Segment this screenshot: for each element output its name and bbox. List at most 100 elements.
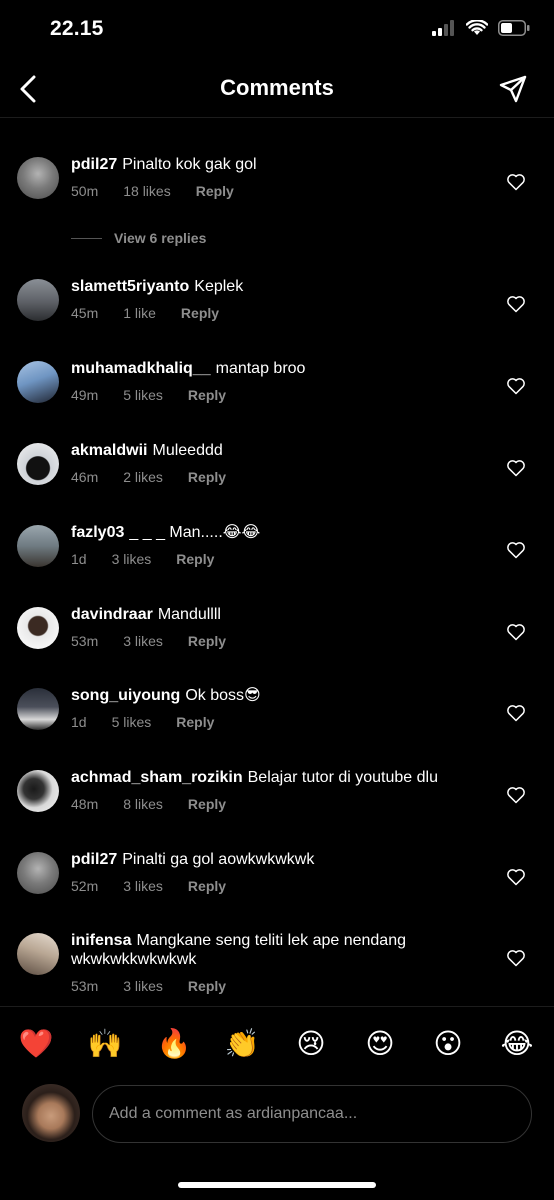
comment-username[interactable]: pdil27	[71, 156, 117, 173]
avatar[interactable]	[17, 933, 59, 975]
comment-time: 1d	[71, 551, 87, 567]
emoji-raised-hands-button[interactable]: 🙌	[85, 1024, 125, 1064]
reply-button[interactable]: Reply	[176, 714, 214, 730]
comment-time: 48m	[71, 796, 99, 812]
comment-likes[interactable]: 8 likes	[123, 796, 163, 812]
comment-username[interactable]: pdil27	[71, 851, 117, 868]
comment-body: pdil27 Pinalti ga gol aowkwkwkwk 52m 3 li…	[71, 850, 494, 894]
reply-button[interactable]: Reply	[181, 305, 219, 321]
emoji-fire-button[interactable]: 🔥	[154, 1024, 194, 1064]
reply-button[interactable]: Reply	[176, 551, 214, 567]
reply-button[interactable]: Reply	[188, 633, 226, 649]
comment-message: Pinalti ga gol aowkwkwkwk	[122, 851, 315, 868]
comment-meta: 48m 8 likes Reply	[71, 796, 494, 812]
comment-text: achmad_sham_rozikin Belajar tutor di yout…	[71, 768, 494, 787]
comment-body: akmaldwii Muleeddd 46m 2 likes Reply	[71, 441, 494, 485]
emoji-reaction-bar: ❤️ 🙌 🔥 👏 😢 😍 😮 😂	[0, 1024, 554, 1064]
comment-message: mantap broo	[215, 360, 306, 377]
emoji-crying-button[interactable]: 😢	[291, 1024, 331, 1064]
comment-likes[interactable]: 2 likes	[123, 469, 163, 485]
comment-time: 1d	[71, 714, 87, 730]
comment-input[interactable]	[92, 1085, 532, 1143]
avatar[interactable]	[17, 443, 59, 485]
avatar[interactable]	[17, 157, 59, 199]
comment-text: muhamadkhaliq__ mantap broo	[71, 359, 494, 378]
comment-time: 46m	[71, 469, 99, 485]
page-title: Comments	[220, 75, 334, 100]
heart-icon[interactable]	[506, 948, 526, 968]
comment-text: pdil27 Pinalto kok gak gol	[71, 155, 494, 174]
heart-icon[interactable]	[506, 622, 526, 642]
reply-button[interactable]: Reply	[188, 978, 226, 994]
avatar[interactable]	[17, 361, 59, 403]
avatar[interactable]	[17, 770, 59, 812]
comment-username[interactable]: muhamadkhaliq__	[71, 360, 211, 377]
comment-likes[interactable]: 3 likes	[112, 551, 152, 567]
comment-body: inifensa Mangkane seng teliti lek ape nen…	[71, 931, 494, 994]
comment-likes[interactable]: 3 likes	[123, 878, 163, 894]
emoji-clap-button[interactable]: 👏	[222, 1024, 262, 1064]
avatar[interactable]	[17, 279, 59, 321]
comment-username[interactable]: fazly03	[71, 524, 124, 541]
emoji-heart-button[interactable]: ❤️	[16, 1024, 56, 1064]
comment-username[interactable]: slamett5riyanto	[71, 278, 189, 295]
comment-text: inifensa Mangkane seng teliti lek ape nen…	[71, 931, 494, 969]
comment-message: _ _ _ Man.....😂😂	[129, 524, 261, 541]
comment-meta: 1d 5 likes Reply	[71, 714, 494, 730]
comment-time: 49m	[71, 387, 99, 403]
comment-time: 45m	[71, 305, 99, 321]
comment-likes[interactable]: 5 likes	[112, 714, 152, 730]
emoji-laughing-button[interactable]: 😂	[497, 1024, 537, 1064]
comment-time: 50m	[71, 183, 99, 199]
view-replies-label: View 6 replies	[114, 230, 207, 246]
comment-message: Mandullll	[157, 606, 221, 623]
comment-meta: 50m 18 likes Reply	[71, 183, 494, 199]
comment-body: davindraar Mandullll 53m 3 likes Reply	[71, 605, 494, 649]
reply-button[interactable]: Reply	[188, 469, 226, 485]
emoji-heart-eyes-button[interactable]: 😍	[360, 1024, 400, 1064]
replies-divider-line	[71, 237, 102, 239]
comment-text: slamett5riyanto Keplek	[71, 277, 494, 296]
heart-icon[interactable]	[506, 540, 526, 560]
cellular-signal-icon	[432, 20, 454, 36]
avatar[interactable]	[17, 525, 59, 567]
comment-username[interactable]: akmaldwii	[71, 442, 147, 459]
heart-icon[interactable]	[506, 458, 526, 478]
comment-likes[interactable]: 3 likes	[123, 978, 163, 994]
emoji-surprised-button[interactable]: 😮	[428, 1024, 468, 1064]
comment-text: pdil27 Pinalti ga gol aowkwkwkwk	[71, 850, 494, 869]
comment-text: akmaldwii Muleeddd	[71, 441, 494, 460]
comment-likes[interactable]: 1 like	[123, 305, 156, 321]
comment-body: song_uiyoung Ok boss😎 1d 5 likes Reply	[71, 686, 494, 730]
comment-likes[interactable]: 5 likes	[123, 387, 163, 403]
reply-button[interactable]: Reply	[188, 387, 226, 403]
heart-icon[interactable]	[506, 785, 526, 805]
reply-button[interactable]: Reply	[196, 183, 234, 199]
comment-body: muhamadkhaliq__ mantap broo 49m 5 likes R…	[71, 359, 494, 403]
comment-username[interactable]: song_uiyoung	[71, 687, 180, 704]
comment-body: fazly03 _ _ _ Man.....😂😂 1d 3 likes Reply	[71, 523, 494, 567]
comment-time: 53m	[71, 978, 99, 994]
reply-button[interactable]: Reply	[188, 796, 226, 812]
comment-username[interactable]: achmad_sham_rozikin	[71, 769, 243, 786]
comment-likes[interactable]: 3 likes	[123, 633, 163, 649]
comment-meta: 45m 1 like Reply	[71, 305, 494, 321]
heart-icon[interactable]	[506, 703, 526, 723]
avatar[interactable]	[17, 688, 59, 730]
heart-icon[interactable]	[506, 376, 526, 396]
share-button[interactable]	[496, 72, 530, 106]
view-replies-button[interactable]: View 6 replies	[71, 230, 206, 246]
comment-username[interactable]: inifensa	[71, 932, 131, 949]
heart-icon[interactable]	[506, 172, 526, 192]
heart-icon[interactable]	[506, 867, 526, 887]
comment-username[interactable]: davindraar	[71, 606, 153, 623]
reply-button[interactable]: Reply	[188, 878, 226, 894]
heart-icon[interactable]	[506, 294, 526, 314]
comment-composer	[0, 1084, 554, 1144]
avatar[interactable]	[17, 852, 59, 894]
paper-plane-icon	[499, 75, 527, 103]
comment-text: fazly03 _ _ _ Man.....😂😂	[71, 523, 494, 542]
status-icons	[432, 20, 530, 36]
comment-likes[interactable]: 18 likes	[123, 183, 170, 199]
avatar[interactable]	[17, 607, 59, 649]
